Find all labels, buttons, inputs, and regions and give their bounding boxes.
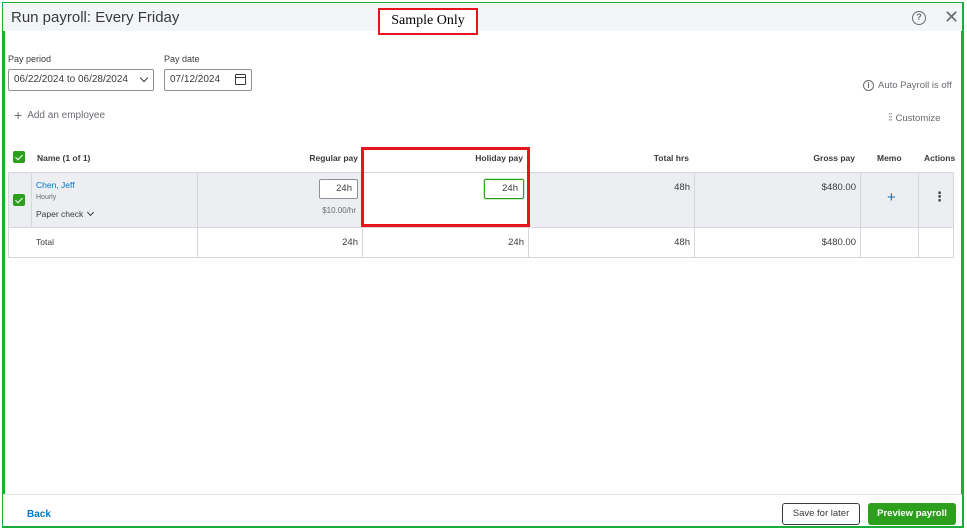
- chevron-down-icon: [139, 73, 149, 83]
- sample-watermark: Sample Only: [378, 8, 478, 35]
- column-header-name: Name (1 of 1): [37, 153, 91, 163]
- pay-period-label: Pay period: [8, 54, 52, 64]
- customize-label: Customize: [895, 113, 941, 124]
- save-for-later-button[interactable]: Save for later: [782, 503, 860, 525]
- add-memo-icon[interactable]: +: [887, 190, 896, 206]
- calendar-icon[interactable]: [235, 74, 246, 85]
- select-all-checkbox[interactable]: [13, 151, 25, 163]
- employee-name-link[interactable]: Chen, Jeff: [36, 180, 75, 190]
- info-icon: i: [863, 80, 874, 91]
- holiday-pay-highlight: [361, 147, 530, 227]
- total-hrs: 48h: [674, 237, 690, 248]
- pay-date-value: 07/12/2024: [170, 74, 221, 85]
- auto-payroll-text: Auto Payroll is off: [878, 80, 952, 91]
- hourly-rate: $10.00/hr: [322, 206, 356, 215]
- page-title: Run payroll: Every Friday: [11, 9, 180, 26]
- column-header-gross-pay: Gross pay: [813, 153, 855, 163]
- pay-date-label: Pay date: [164, 54, 200, 64]
- employee-total-hrs: 48h: [674, 182, 690, 193]
- payment-method-label: Paper check: [36, 209, 84, 219]
- pay-period-select[interactable]: 06/22/2024 to 06/28/2024: [8, 69, 154, 91]
- column-header-total-hrs: Total hrs: [653, 153, 689, 163]
- back-link[interactable]: Back: [27, 509, 51, 520]
- more-actions-icon[interactable]: ⋮: [933, 190, 946, 203]
- close-icon[interactable]: ✕: [944, 7, 959, 27]
- total-regular-pay: 24h: [342, 237, 358, 248]
- chevron-down-icon: [87, 208, 95, 217]
- total-holiday-pay: 24h: [508, 237, 524, 248]
- customize-button[interactable]: ⫶⫶ Customize: [888, 112, 940, 125]
- column-header-memo: Memo: [877, 153, 902, 163]
- header-bar: Run payroll: Every Friday ? ✕: [3, 3, 962, 31]
- add-employee-label: Add an employee: [27, 109, 106, 121]
- footer-bar: Back Save for later Preview payroll: [3, 494, 962, 526]
- pay-date-input[interactable]: 07/12/2024: [164, 69, 252, 91]
- employee-pay-type: Hourly: [36, 194, 57, 201]
- column-header-regular-pay: Regular pay: [309, 153, 358, 163]
- regular-hours-input[interactable]: 24h: [319, 179, 358, 199]
- employee-checkbox[interactable]: [13, 194, 25, 206]
- add-employee-button[interactable]: + Add an employee: [14, 107, 106, 123]
- column-header-actions: Actions: [924, 153, 956, 163]
- pay-period-value: 06/22/2024 to 06/28/2024: [14, 74, 128, 85]
- total-label: Total: [36, 237, 54, 247]
- help-icon[interactable]: ?: [912, 11, 926, 25]
- auto-payroll-status[interactable]: i Auto Payroll is off: [863, 80, 952, 91]
- employee-gross-pay: $480.00: [821, 182, 856, 193]
- table-total-row: Total 24h 24h 48h $480.00: [8, 228, 954, 258]
- total-gross-pay: $480.00: [821, 237, 856, 248]
- plus-icon: +: [14, 107, 23, 123]
- payment-method-select[interactable]: Paper check: [36, 208, 95, 219]
- preview-payroll-button[interactable]: Preview payroll: [868, 503, 956, 525]
- sliders-icon: ⫶⫶: [888, 112, 892, 124]
